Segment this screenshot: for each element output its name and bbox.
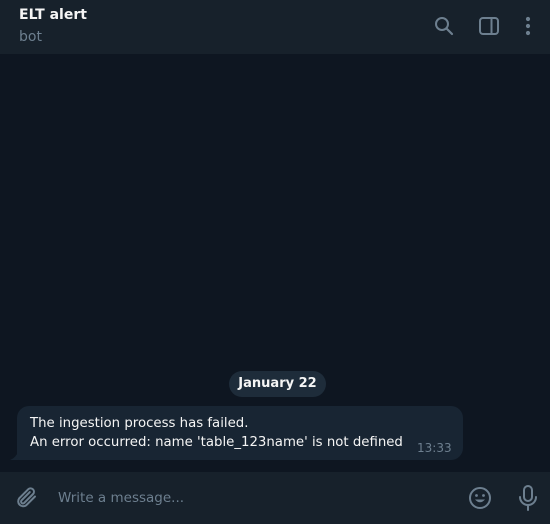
search-button[interactable] [431, 13, 457, 39]
date-separator: January 22 [229, 371, 326, 397]
search-icon [435, 17, 454, 36]
message-list[interactable]: January 22 The ingestion process has fai… [0, 54, 550, 472]
attach-button[interactable] [13, 484, 41, 512]
toggle-side-panel-button[interactable] [476, 13, 502, 39]
message-timestamp: 13:33 [417, 441, 452, 455]
message-text-line: The ingestion process has failed. [30, 416, 249, 431]
more-vertical-icon [525, 16, 531, 36]
chat-title[interactable]: ELT alert [19, 6, 87, 24]
chat-header: ELT alert bot [0, 0, 550, 54]
message-text-line: An error occurred: name 'table_123name' … [30, 435, 403, 450]
microphone-icon [519, 485, 537, 511]
voice-message-button[interactable] [515, 484, 541, 512]
chat-subtitle: bot [19, 29, 42, 45]
chat-window: ELT alert bot January 22 The ingestion p… [0, 0, 550, 524]
side-panel-icon [479, 17, 499, 35]
message-composer [0, 472, 550, 524]
emoji-icon [469, 487, 491, 509]
paperclip-icon [17, 487, 36, 508]
more-options-button[interactable] [515, 13, 541, 39]
message-bubble[interactable]: The ingestion process has failed. An err… [17, 406, 463, 460]
emoji-button[interactable] [467, 485, 493, 511]
message-input[interactable] [58, 486, 448, 510]
